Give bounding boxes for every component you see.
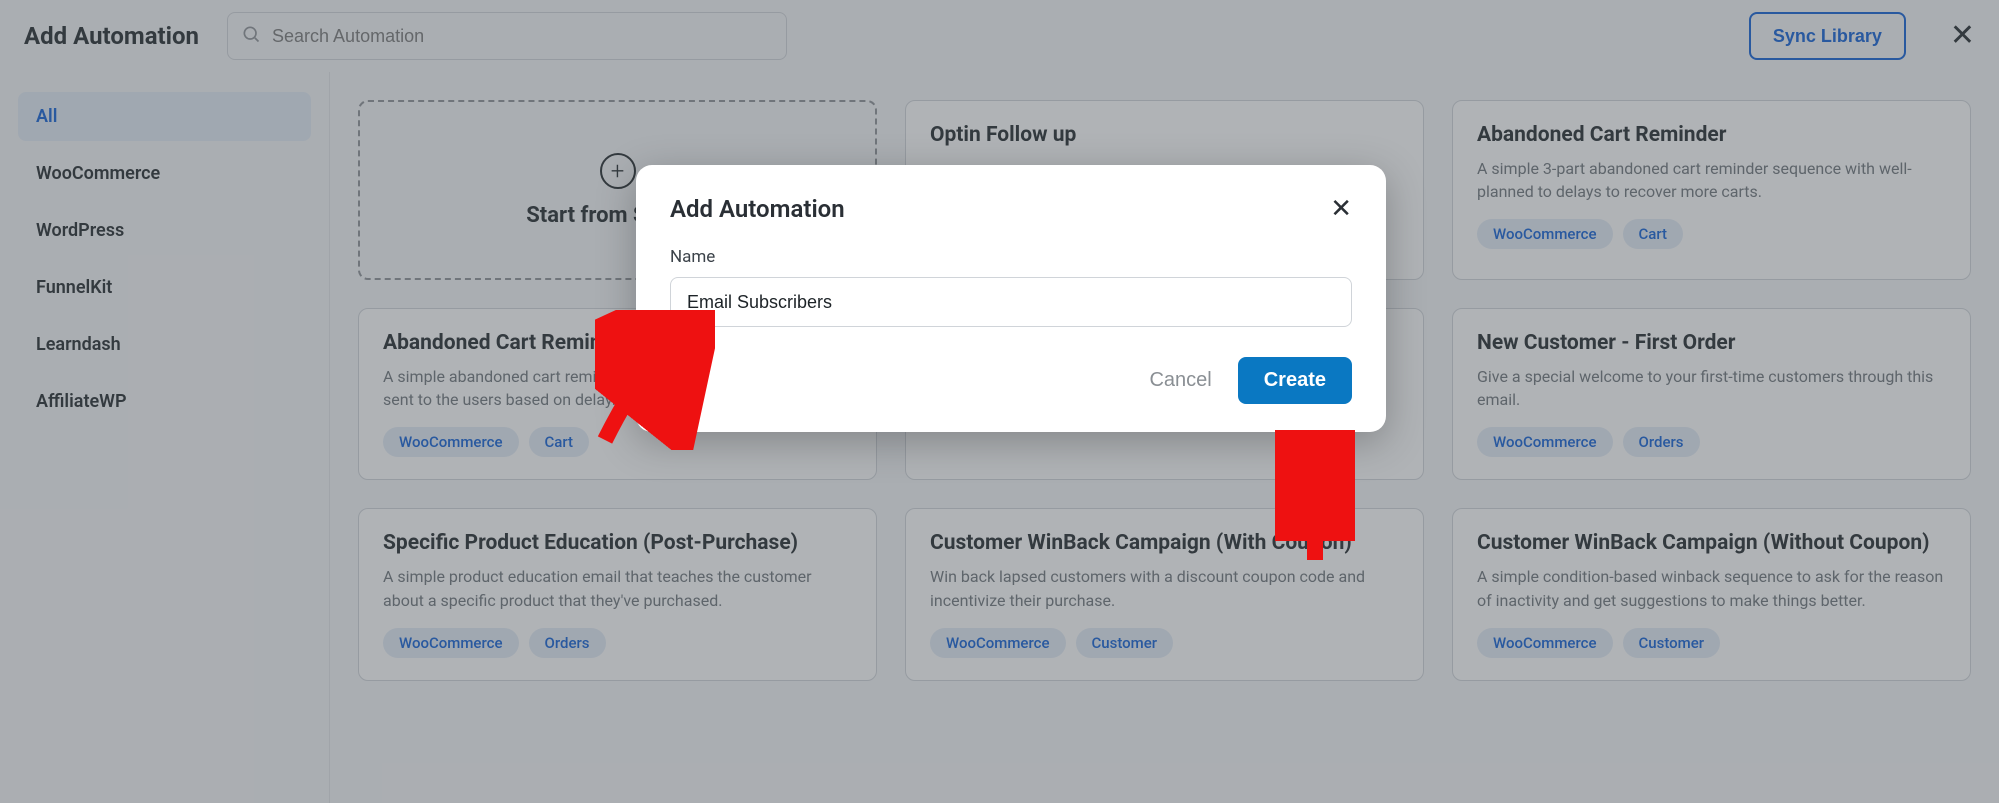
cancel-button[interactable]: Cancel	[1149, 369, 1211, 392]
modal-actions: Cancel Create	[670, 357, 1352, 404]
automation-name-input[interactable]	[670, 277, 1352, 327]
add-automation-modal: Add Automation ✕ Name Cancel Create	[636, 165, 1386, 432]
create-button[interactable]: Create	[1238, 357, 1352, 404]
name-field-label: Name	[670, 247, 1352, 267]
modal-header: Add Automation ✕	[670, 195, 1352, 223]
close-icon[interactable]: ✕	[1330, 196, 1352, 222]
modal-title: Add Automation	[670, 195, 845, 223]
